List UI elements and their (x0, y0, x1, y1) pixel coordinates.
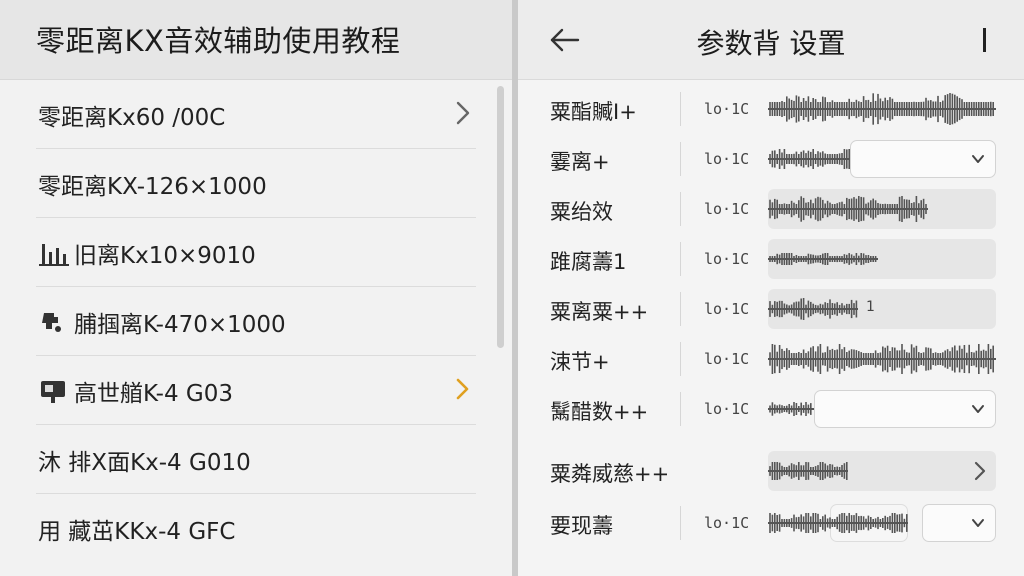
row-separator (680, 506, 681, 540)
list-item-label: 高世艏K-4 G03 (74, 381, 234, 407)
param-label: 涑节+ (550, 350, 610, 374)
list-item-label: 脯掴离K-470×1000 (74, 312, 286, 338)
settings-header: 参数背 设置 (518, 0, 1024, 80)
puzzle-icon (42, 313, 61, 332)
waveform[interactable] (768, 189, 996, 229)
param-value: lo·1C (704, 200, 750, 218)
param-value: lo·1C (704, 514, 750, 532)
list-item[interactable]: 脯掴离K-470×1000 (36, 287, 476, 356)
row-separator (680, 342, 681, 376)
param-value: lo·1C (704, 400, 750, 418)
param-label: 粟离粟++ (550, 300, 649, 324)
param-label: 粟绐效 (550, 200, 613, 224)
list-item[interactable]: 旧离Kx10×9010 (36, 218, 476, 287)
list-item-label: 零距离KX-126×1000 (38, 174, 267, 200)
tutorial-list-header: 零距离KX音效辅助使用教程 (0, 0, 512, 80)
param-dropdown[interactable] (814, 390, 996, 428)
param-label: 踓腐薵1 (550, 250, 627, 274)
list-item[interactable]: 零距离Kx60 /00C (36, 80, 476, 149)
list-item-label: 用 藏茁KKx-4 GFC (38, 519, 236, 545)
waveform-marker: 1 (866, 299, 875, 315)
param-dropdown[interactable] (922, 504, 996, 542)
row-separator (680, 92, 681, 126)
chevron-down-icon (972, 519, 984, 527)
waveform[interactable] (768, 239, 996, 279)
waveform[interactable] (768, 289, 996, 329)
param-row: 粟离粟++ lo·1C 1 (518, 284, 1024, 334)
list-item-label: 沐 排X面Kx-4 G010 (38, 450, 251, 476)
param-label: 粟酯贓I+ (550, 100, 637, 124)
param-row: 粟酯贓I+ lo·1C (518, 84, 1024, 134)
waveform[interactable] (768, 339, 996, 379)
row-separator (680, 292, 681, 326)
param-value: lo·1C (704, 150, 750, 168)
settings-title: 参数背 设置 (696, 27, 846, 60)
param-row: 粟绐效 lo·1C (518, 184, 1024, 234)
chevron-down-icon (972, 155, 984, 163)
page-title: 零距离KX音效辅助使用教程 (36, 24, 401, 58)
bars-icon (39, 244, 69, 266)
param-value: lo·1C (704, 300, 750, 318)
row-separator (680, 192, 681, 226)
chevron-right-icon[interactable] (974, 459, 986, 483)
more-menu-icon[interactable] (983, 28, 986, 52)
list-scrollbar[interactable] (497, 86, 504, 348)
param-value: lo·1C (704, 250, 750, 268)
param-value: lo·1C (704, 100, 750, 118)
row-separator (680, 142, 681, 176)
row-separator (680, 392, 681, 426)
tutorial-list-panel: 零距离KX音效辅助使用教程 零距离Kx60 /00C 零距离KX-126×100… (0, 0, 512, 576)
param-dropdown[interactable] (850, 140, 996, 178)
list-item[interactable]: 零距离KX-126×1000 (36, 149, 476, 218)
param-row: 鬗醋数++ lo·1C (518, 384, 1024, 434)
tutorial-list: 零距离Kx60 /00C 零距离KX-126×1000 旧离Kx10×9010 (0, 80, 512, 576)
param-row: 霎离+ lo·1C (518, 134, 1024, 184)
list-item[interactable]: 沐 排X面Kx-4 G010 (36, 425, 476, 494)
list-item[interactable]: 用 藏茁KKx-4 GFC (36, 494, 476, 563)
waveform[interactable] (768, 89, 996, 129)
param-row: 踓腐薵1 lo·1C (518, 234, 1024, 284)
list-item-label: 旧离Kx10×9010 (74, 243, 256, 269)
list-item-label: 零距离Kx60 /00C (38, 105, 226, 131)
waveform[interactable] (768, 451, 996, 491)
param-label: 鬗醋数++ (550, 400, 649, 424)
chevron-right-icon (456, 378, 469, 400)
settings-panel: 参数背 设置 粟酯贓I+ lo·1C 霎离+ lo·1C 粟绐效 lo·1C 踓… (518, 0, 1024, 576)
param-row: 要现薵 lo·1C (518, 498, 1024, 548)
param-label: 粟粦威慈++ (550, 462, 670, 486)
chevron-right-icon (456, 101, 470, 125)
monitor-icon (41, 381, 65, 403)
param-label: 要现薵 (550, 514, 613, 538)
param-value: lo·1C (704, 350, 750, 368)
list-item[interactable]: 高世艏K-4 G03 (36, 356, 476, 425)
param-row: 涑节+ lo·1C (518, 334, 1024, 384)
param-row: 粟粦威慈++ (518, 446, 1024, 496)
param-label: 霎离+ (550, 150, 610, 174)
chevron-down-icon (972, 405, 984, 413)
row-separator (680, 242, 681, 276)
